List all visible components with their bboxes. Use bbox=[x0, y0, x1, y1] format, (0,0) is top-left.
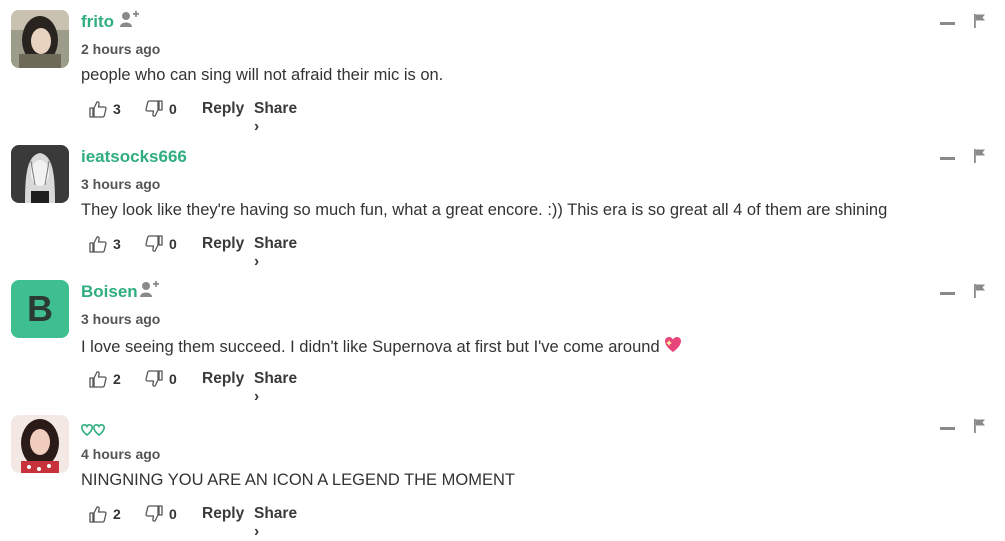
thumbs-up-icon bbox=[89, 506, 107, 523]
comment: frito 2 hours ago people who can sing wi… bbox=[0, 0, 1005, 135]
share-button[interactable]: Share › bbox=[254, 100, 297, 136]
flag-icon[interactable] bbox=[974, 284, 986, 303]
thumbs-down-icon bbox=[145, 100, 163, 117]
sparkling-heart-icon bbox=[664, 336, 682, 359]
share-label: Share › bbox=[254, 100, 298, 135]
minimize-icon[interactable] bbox=[940, 292, 955, 295]
comment-text: They look like they're having so much fu… bbox=[81, 201, 888, 219]
thumbs-down-icon bbox=[145, 370, 163, 387]
thumbs-up-icon bbox=[89, 236, 107, 253]
dislike-count: 0 bbox=[169, 506, 177, 522]
reply-label: Reply bbox=[202, 235, 245, 252]
share-label: Share › bbox=[254, 505, 298, 540]
reply-button[interactable]: Reply bbox=[202, 235, 244, 253]
minimize-icon[interactable] bbox=[940, 427, 955, 430]
share-label: Share › bbox=[254, 235, 298, 270]
reply-button[interactable]: Reply bbox=[202, 505, 244, 523]
like-count: 3 bbox=[113, 236, 121, 252]
dislike-button[interactable]: 0 bbox=[145, 100, 177, 118]
username[interactable] bbox=[80, 421, 106, 441]
comment-text: people who can sing will not afraid thei… bbox=[81, 66, 444, 84]
dislike-button[interactable]: 0 bbox=[145, 505, 177, 523]
reply-label: Reply bbox=[202, 100, 245, 117]
thumbs-down-icon bbox=[145, 505, 163, 522]
reply-label: Reply bbox=[202, 505, 245, 522]
share-label: Share › bbox=[254, 370, 298, 405]
double-heart-icon bbox=[80, 423, 106, 437]
like-button[interactable]: 3 bbox=[89, 100, 121, 118]
like-button[interactable]: 3 bbox=[89, 235, 121, 253]
flag-icon[interactable] bbox=[974, 14, 986, 33]
like-button[interactable]: 2 bbox=[89, 505, 121, 523]
avatar-letter: B bbox=[27, 288, 53, 329]
username[interactable]: frito bbox=[81, 12, 114, 32]
share-button[interactable]: Share › bbox=[254, 370, 297, 406]
dislike-count: 0 bbox=[169, 101, 177, 117]
username[interactable]: ieatsocks666 bbox=[81, 147, 187, 167]
reply-button[interactable]: Reply bbox=[202, 100, 244, 118]
avatar[interactable] bbox=[11, 145, 69, 203]
like-button[interactable]: 2 bbox=[89, 370, 121, 388]
comment-text-content: I love seeing them succeed. I didn't lik… bbox=[81, 338, 660, 356]
flag-icon[interactable] bbox=[974, 419, 986, 438]
avatar[interactable] bbox=[11, 10, 69, 68]
dislike-button[interactable]: 0 bbox=[145, 370, 177, 388]
thumbs-up-icon bbox=[89, 371, 107, 388]
comment: ieatsocks666 3 hours ago They look like … bbox=[0, 135, 1005, 270]
timestamp[interactable]: 3 hours ago bbox=[81, 176, 160, 192]
share-button[interactable]: Share › bbox=[254, 235, 297, 271]
comment: 4 hours ago NINGNING YOU ARE AN ICON A L… bbox=[0, 405, 1005, 540]
minimize-icon[interactable] bbox=[940, 157, 955, 160]
avatar[interactable] bbox=[11, 415, 69, 473]
like-count: 3 bbox=[113, 101, 121, 117]
comment: B Boisen 3 hours ago I love seeing them … bbox=[0, 270, 1005, 405]
dislike-button[interactable]: 0 bbox=[145, 235, 177, 253]
share-button[interactable]: Share › bbox=[254, 505, 297, 541]
thumbs-down-icon bbox=[145, 235, 163, 252]
like-count: 2 bbox=[113, 371, 121, 387]
dislike-count: 0 bbox=[169, 236, 177, 252]
follow-user-icon[interactable] bbox=[120, 10, 140, 33]
comment-text: I love seeing them succeed. I didn't lik… bbox=[81, 336, 682, 359]
username[interactable]: Boisen bbox=[81, 282, 138, 302]
minimize-icon[interactable] bbox=[940, 22, 955, 25]
comment-text: NINGNING YOU ARE AN ICON A LEGEND THE MO… bbox=[81, 471, 515, 489]
avatar[interactable]: B bbox=[11, 280, 69, 338]
timestamp[interactable]: 2 hours ago bbox=[81, 41, 160, 57]
timestamp[interactable]: 4 hours ago bbox=[81, 446, 160, 462]
thumbs-up-icon bbox=[89, 101, 107, 118]
reply-button[interactable]: Reply bbox=[202, 370, 244, 388]
like-count: 2 bbox=[113, 506, 121, 522]
dislike-count: 0 bbox=[169, 371, 177, 387]
reply-label: Reply bbox=[202, 370, 245, 387]
timestamp[interactable]: 3 hours ago bbox=[81, 311, 160, 327]
flag-icon[interactable] bbox=[974, 149, 986, 168]
follow-user-icon[interactable] bbox=[140, 280, 160, 303]
